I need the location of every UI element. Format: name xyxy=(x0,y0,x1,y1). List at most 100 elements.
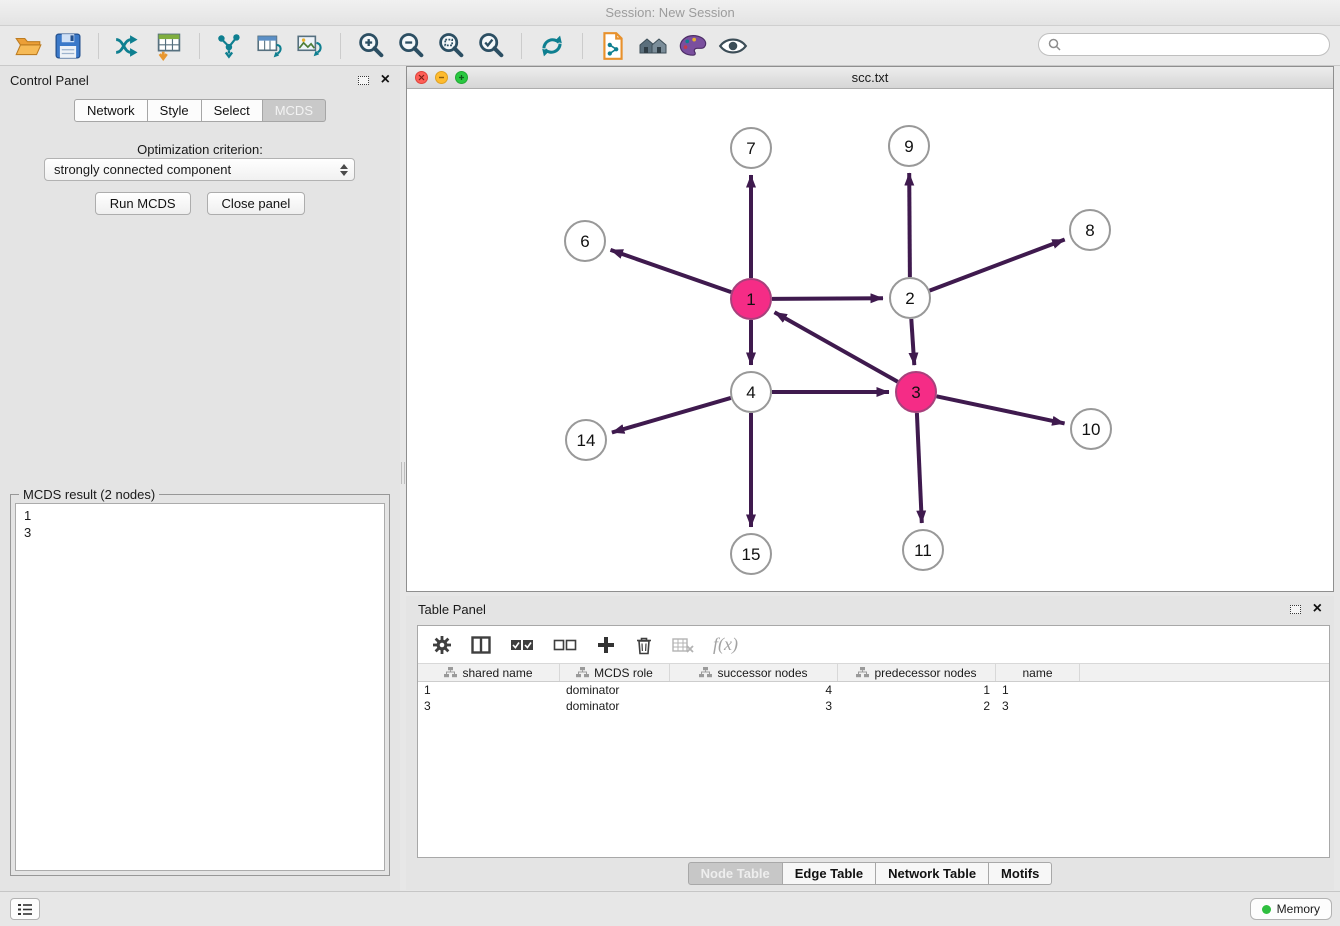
cell-shared-name[interactable]: 3 xyxy=(418,699,560,713)
zoom-out-icon[interactable] xyxy=(396,31,426,61)
column-header-name[interactable]: name xyxy=(996,664,1080,681)
column-header-mcds-role[interactable]: MCDS role xyxy=(560,664,670,681)
graph-node-14[interactable]: 14 xyxy=(566,420,606,460)
zoom-fit-icon[interactable] xyxy=(436,31,466,61)
tab-node-table[interactable]: Node Table xyxy=(688,862,783,885)
search-input[interactable] xyxy=(1066,35,1329,54)
panel-splitter[interactable] xyxy=(401,462,405,484)
optimization-criterion-dropdown[interactable]: strongly connected component xyxy=(44,158,355,181)
svg-text:15: 15 xyxy=(742,545,761,564)
graph-node-9[interactable]: 9 xyxy=(889,126,929,166)
memory-button[interactable]: Memory xyxy=(1250,898,1332,920)
gear-icon[interactable] xyxy=(432,635,452,655)
column-header-successor-nodes[interactable]: successor nodes xyxy=(670,664,838,681)
refresh-icon[interactable] xyxy=(537,31,567,61)
import-table-icon[interactable] xyxy=(154,31,184,61)
close-traffic-light[interactable] xyxy=(415,71,428,84)
graph-edge-3-1[interactable] xyxy=(775,312,898,381)
float-panel-icon[interactable] xyxy=(358,76,369,85)
column-type-icon xyxy=(444,667,457,678)
graph-node-2[interactable]: 2 xyxy=(890,278,930,318)
float-table-panel-icon[interactable] xyxy=(1290,605,1301,614)
tab-network[interactable]: Network xyxy=(74,99,148,122)
function-icon[interactable]: f(x) xyxy=(713,634,738,655)
mcds-result-item: 3 xyxy=(24,524,376,541)
run-mcds-button[interactable]: Run MCDS xyxy=(95,192,191,215)
trash-icon[interactable] xyxy=(635,635,653,655)
image-arrow-icon[interactable] xyxy=(295,31,325,61)
svg-text:7: 7 xyxy=(746,139,755,158)
graph-node-1[interactable]: 1 xyxy=(731,279,771,319)
graph-edge-1-2[interactable] xyxy=(772,298,883,299)
cell-name[interactable]: 3 xyxy=(996,699,1080,713)
graph-edge-2-9[interactable] xyxy=(909,173,910,277)
tab-mcds[interactable]: MCDS xyxy=(263,99,326,122)
cell-mcds-role[interactable]: dominator xyxy=(560,683,670,697)
column-header-shared-name[interactable]: shared name xyxy=(418,664,560,681)
column-type-icon xyxy=(576,667,589,678)
cell-successor-nodes[interactable]: 4 xyxy=(670,683,838,697)
mcds-result-list[interactable]: 1 3 xyxy=(15,503,385,871)
table-row[interactable]: 1 dominator 4 1 1 xyxy=(418,682,1329,698)
document-network-icon[interactable] xyxy=(598,31,628,61)
column-label: predecessor nodes xyxy=(874,666,976,680)
paint-icon[interactable] xyxy=(678,31,708,61)
network-window-titlebar[interactable]: scc.txt xyxy=(407,67,1333,89)
save-icon[interactable] xyxy=(53,31,83,61)
close-table-panel-icon[interactable]: × xyxy=(1313,602,1322,616)
close-panel-icon[interactable]: × xyxy=(381,73,390,87)
table-row[interactable]: 3 dominator 3 2 3 xyxy=(418,698,1329,714)
minimize-traffic-light[interactable] xyxy=(435,71,448,84)
zoom-traffic-light[interactable] xyxy=(455,71,468,84)
cell-predecessor-nodes[interactable]: 1 xyxy=(838,683,996,697)
app-title: Session: New Session xyxy=(605,5,734,20)
column-header-predecessor-nodes[interactable]: predecessor nodes xyxy=(838,664,996,681)
tab-edge-table[interactable]: Edge Table xyxy=(783,862,876,885)
select-all-icon[interactable] xyxy=(510,638,534,652)
table-arrow-icon[interactable] xyxy=(255,31,285,61)
toolbar-separator xyxy=(582,33,583,59)
graph-node-3[interactable]: 3 xyxy=(896,372,936,412)
houses-icon[interactable] xyxy=(638,31,668,61)
table-panel-header: Table Panel × xyxy=(406,596,1334,622)
cell-mcds-role[interactable]: dominator xyxy=(560,699,670,713)
graph-edge-3-10[interactable] xyxy=(937,396,1065,423)
add-column-icon[interactable] xyxy=(596,635,616,655)
graph-node-8[interactable]: 8 xyxy=(1070,210,1110,250)
panel-menu-button[interactable] xyxy=(10,898,40,920)
zoom-selected-icon[interactable] xyxy=(476,31,506,61)
delete-table-icon[interactable] xyxy=(672,636,694,654)
import-network-icon[interactable] xyxy=(114,31,144,61)
network-canvas[interactable]: 7 9 6 8 1 2 4 3 14 10 15 11 xyxy=(407,90,1333,591)
folder-open-icon[interactable] xyxy=(13,31,43,61)
column-label: MCDS role xyxy=(594,666,653,680)
cell-predecessor-nodes[interactable]: 2 xyxy=(838,699,996,713)
graph-node-11[interactable]: 11 xyxy=(903,530,943,570)
network-arrows-icon[interactable] xyxy=(215,31,245,61)
zoom-in-icon[interactable] xyxy=(356,31,386,61)
graph-edge-2-3[interactable] xyxy=(911,319,914,365)
graph-edge-1-6[interactable] xyxy=(611,250,732,292)
cell-shared-name[interactable]: 1 xyxy=(418,683,560,697)
graph-node-4[interactable]: 4 xyxy=(731,372,771,412)
graph-node-6[interactable]: 6 xyxy=(565,221,605,261)
cell-name[interactable]: 1 xyxy=(996,683,1080,697)
graph-node-7[interactable]: 7 xyxy=(731,128,771,168)
tab-style[interactable]: Style xyxy=(148,99,202,122)
graph-edge-2-8[interactable] xyxy=(930,240,1065,291)
svg-text:1: 1 xyxy=(746,290,755,309)
tab-select[interactable]: Select xyxy=(202,99,263,122)
cell-successor-nodes[interactable]: 3 xyxy=(670,699,838,713)
eye-icon[interactable] xyxy=(718,31,748,61)
deselect-all-icon[interactable] xyxy=(553,638,577,652)
search-box[interactable] xyxy=(1038,33,1330,56)
tab-network-table[interactable]: Network Table xyxy=(876,862,989,885)
close-panel-button[interactable]: Close panel xyxy=(207,192,306,215)
graph-node-15[interactable]: 15 xyxy=(731,534,771,574)
tab-motifs[interactable]: Motifs xyxy=(989,862,1052,885)
graph-edge-4-14[interactable] xyxy=(612,398,731,433)
columns-icon[interactable] xyxy=(471,636,491,654)
graph-edge-3-11[interactable] xyxy=(917,413,922,523)
graph-node-10[interactable]: 10 xyxy=(1071,409,1111,449)
column-label: name xyxy=(1022,666,1052,680)
